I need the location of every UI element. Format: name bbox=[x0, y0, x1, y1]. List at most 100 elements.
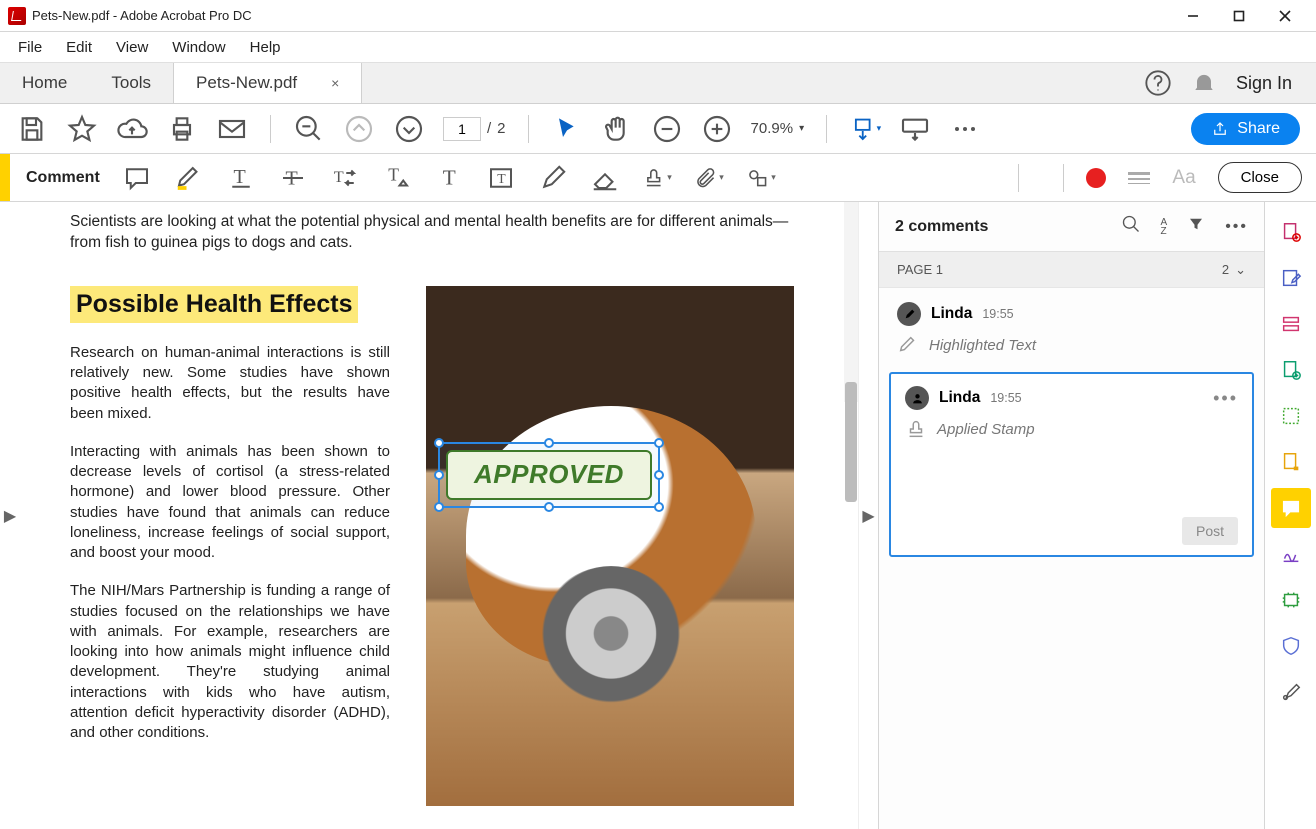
menu-view[interactable]: View bbox=[106, 35, 158, 60]
close-window-button[interactable] bbox=[1262, 0, 1308, 32]
svg-text:T: T bbox=[334, 167, 344, 185]
sticky-note-icon[interactable] bbox=[122, 163, 152, 193]
comment-tool-icon[interactable] bbox=[1271, 488, 1311, 528]
approved-stamp[interactable]: APPROVED bbox=[446, 450, 652, 500]
pencil-icon[interactable] bbox=[538, 163, 568, 193]
drawing-tools-icon[interactable] bbox=[746, 163, 776, 193]
page-current-input[interactable] bbox=[443, 117, 481, 141]
comment-item-selected[interactable]: Linda 19:55 ••• Applied Stamp Post bbox=[889, 372, 1254, 557]
document-viewport: ▶ Scientists are looking at what the pot… bbox=[0, 202, 878, 829]
attachment-icon[interactable] bbox=[694, 163, 724, 193]
filter-comments-icon[interactable] bbox=[1187, 215, 1205, 238]
save-icon[interactable] bbox=[16, 113, 48, 145]
organize-pages-icon[interactable] bbox=[1271, 304, 1311, 344]
share-button[interactable]: Share bbox=[1191, 113, 1300, 145]
comments-options-icon[interactable]: ••• bbox=[1225, 218, 1248, 236]
optimize-pdf-icon[interactable] bbox=[1271, 580, 1311, 620]
comment-item[interactable]: Linda 19:55 Highlighted Text bbox=[879, 288, 1264, 368]
font-icon[interactable]: Aa bbox=[1172, 167, 1195, 189]
fit-width-icon[interactable]: ▾ bbox=[849, 113, 881, 145]
keyboard-icon[interactable] bbox=[899, 113, 931, 145]
strikethrough-icon[interactable]: T bbox=[278, 163, 308, 193]
zoom-level[interactable]: 70.9%▾ bbox=[751, 120, 805, 137]
comment-time: 19:55 bbox=[982, 307, 1013, 321]
comment-author: Linda bbox=[939, 389, 980, 407]
fill-sign-icon[interactable] bbox=[1271, 534, 1311, 574]
page-up-icon[interactable] bbox=[343, 113, 375, 145]
sign-in-link[interactable]: Sign In bbox=[1236, 73, 1292, 94]
close-comment-button[interactable]: Close bbox=[1218, 162, 1302, 193]
chevron-down-icon: ⌄ bbox=[1235, 262, 1246, 278]
tab-tools[interactable]: Tools bbox=[89, 63, 173, 103]
page-total: 2 bbox=[497, 120, 505, 137]
page-down-icon[interactable] bbox=[393, 113, 425, 145]
underline-icon[interactable]: T bbox=[226, 163, 256, 193]
mail-icon[interactable] bbox=[216, 113, 248, 145]
menu-edit[interactable]: Edit bbox=[56, 35, 102, 60]
notifications-icon[interactable] bbox=[1190, 69, 1218, 97]
protect-icon[interactable] bbox=[1271, 626, 1311, 666]
search-comments-icon[interactable] bbox=[1121, 214, 1141, 239]
main-toolbar: / 2 70.9%▾ ▾ Share bbox=[0, 104, 1316, 154]
tab-document[interactable]: Pets-New.pdf × bbox=[173, 63, 362, 103]
zoom-plus-icon[interactable] bbox=[701, 113, 733, 145]
paragraph-3: The NIH/Mars Partnership is funding a ra… bbox=[70, 581, 390, 743]
comment-toolbar: Comment T T T T T T Aa Close bbox=[0, 154, 1316, 202]
menu-file[interactable]: File bbox=[8, 35, 52, 60]
highlight-type-icon bbox=[897, 334, 919, 356]
edit-pdf-icon[interactable] bbox=[1271, 258, 1311, 298]
cloud-upload-icon[interactable] bbox=[116, 113, 148, 145]
more-tools-icon[interactable] bbox=[949, 113, 981, 145]
help-icon[interactable] bbox=[1144, 69, 1172, 97]
comment-type: Highlighted Text bbox=[929, 337, 1036, 354]
print-icon[interactable] bbox=[166, 113, 198, 145]
post-button[interactable]: Post bbox=[1182, 517, 1238, 545]
minimize-button[interactable] bbox=[1170, 0, 1216, 32]
combine-files-icon[interactable] bbox=[1271, 396, 1311, 436]
comments-header: 2 comments A Z ••• bbox=[879, 202, 1264, 252]
text-box-icon[interactable]: T bbox=[486, 163, 516, 193]
top-tab-strip: Home Tools Pets-New.pdf × Sign In bbox=[0, 62, 1316, 104]
comments-page-row[interactable]: PAGE 1 2 ⌄ bbox=[879, 252, 1264, 288]
comment-reply-input[interactable] bbox=[905, 450, 1238, 506]
create-pdf-icon[interactable] bbox=[1271, 212, 1311, 252]
line-thickness-icon[interactable] bbox=[1128, 172, 1150, 184]
document-page[interactable]: Scientists are looking at what the poten… bbox=[20, 202, 858, 829]
insert-text-icon[interactable]: T bbox=[382, 163, 412, 193]
image-cat bbox=[536, 566, 686, 716]
paragraph-2: Interacting with animals has been shown … bbox=[70, 442, 390, 564]
hand-tool-icon[interactable] bbox=[601, 113, 633, 145]
heading-highlight[interactable]: Possible Health Effects bbox=[70, 286, 358, 323]
maximize-button[interactable] bbox=[1216, 0, 1262, 32]
section-heading: Possible Health Effects bbox=[76, 290, 352, 318]
eraser-icon[interactable] bbox=[590, 163, 620, 193]
menu-help[interactable]: Help bbox=[240, 35, 291, 60]
titlebar: Pets-New.pdf - Adobe Acrobat Pro DC bbox=[0, 0, 1316, 32]
sort-comments-icon[interactable]: A Z bbox=[1161, 218, 1168, 236]
comments-panel: 2 comments A Z ••• PAGE 1 2 ⌄ Linda 19:5… bbox=[878, 202, 1264, 829]
nav-pane-toggle[interactable]: ▶ bbox=[0, 202, 20, 829]
scrollbar-thumb[interactable] bbox=[845, 382, 857, 502]
menu-window[interactable]: Window bbox=[162, 35, 235, 60]
tab-home[interactable]: Home bbox=[0, 63, 89, 103]
more-tools-rail-icon[interactable] bbox=[1271, 672, 1311, 712]
replace-text-icon[interactable]: T bbox=[330, 163, 360, 193]
tab-close-icon[interactable]: × bbox=[331, 75, 339, 91]
comments-pane-toggle[interactable]: ▶ bbox=[858, 202, 878, 829]
stamp-tool-icon[interactable] bbox=[642, 163, 672, 193]
highlight-icon[interactable] bbox=[174, 163, 204, 193]
zoom-out-icon[interactable] bbox=[293, 113, 325, 145]
intro-text: Scientists are looking at what the poten… bbox=[70, 212, 818, 254]
export-pdf-icon[interactable] bbox=[1271, 350, 1311, 390]
comment-menu-icon[interactable]: ••• bbox=[1213, 388, 1238, 409]
add-text-icon[interactable]: T bbox=[434, 163, 464, 193]
color-indicator[interactable] bbox=[1086, 168, 1106, 188]
selection-tool-icon[interactable] bbox=[551, 113, 583, 145]
scrollbar[interactable] bbox=[844, 202, 858, 402]
share-files-icon[interactable] bbox=[1271, 442, 1311, 482]
star-icon[interactable] bbox=[66, 113, 98, 145]
stamp-selection[interactable]: APPROVED bbox=[438, 442, 660, 508]
page-counter: / 2 bbox=[443, 117, 506, 141]
zoom-minus-icon[interactable] bbox=[651, 113, 683, 145]
stamp-type-icon bbox=[905, 418, 927, 440]
